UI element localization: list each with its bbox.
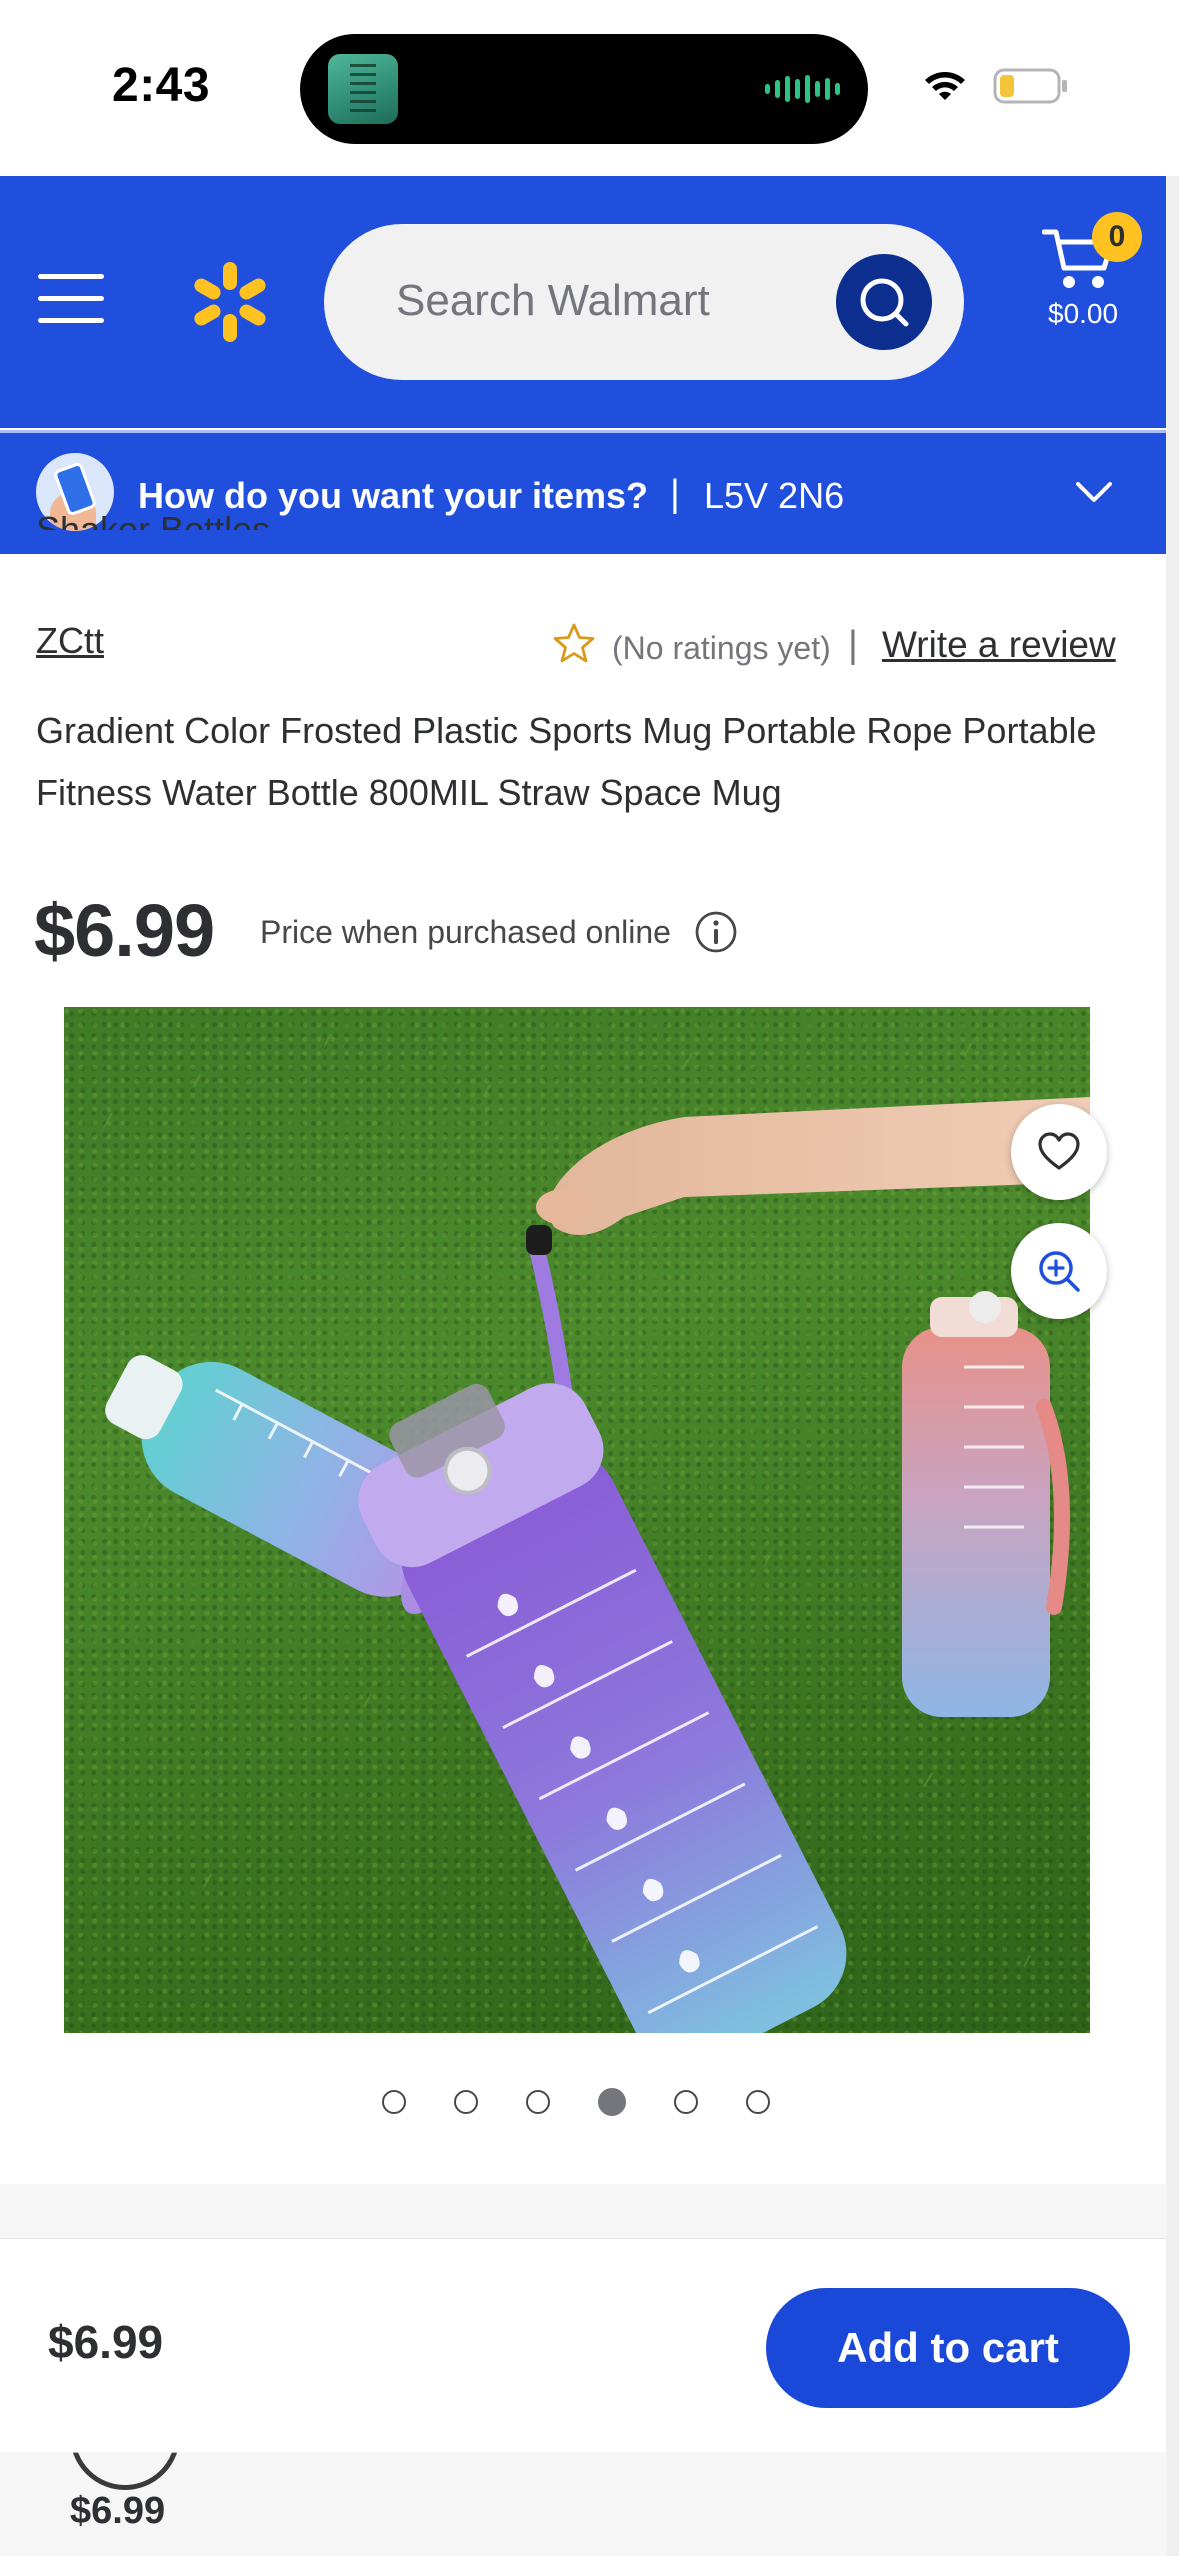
breadcrumb-link[interactable]: Shaker Bottles [36,500,270,530]
favorite-button[interactable] [1011,1104,1107,1200]
zoom-in-icon [1039,1251,1080,1292]
water-bottles-illustration [103,1033,1090,2033]
variant-price: $6.99 [70,2490,166,2532]
fulfillment-location-bar[interactable]: How do you want your items? | L5V 2N6 [0,430,1166,554]
add-to-cart-button[interactable]: Add to cart [766,2288,1130,2408]
sticky-add-to-cart-bar: $6.99 Add to cart [0,2238,1166,2452]
menu-icon[interactable] [38,274,104,324]
wifi-icon [925,72,965,100]
product-image[interactable] [64,1007,1090,2033]
info-icon[interactable] [694,910,738,954]
product-price: $6.99 [34,889,215,972]
carousel-dot[interactable] [526,2090,550,2114]
brand-link[interactable]: ZCtt [36,620,104,662]
rating-text: (No ratings yet) [612,630,831,666]
cart-count-badge: 0 [1092,212,1142,262]
status-bar: 2:43 [0,0,1179,176]
location-separator: | [670,473,680,515]
battery-icon [993,68,1067,104]
search-placeholder: Search Walmart [396,276,710,325]
rating-separator: | [848,624,858,666]
price-note: Price when purchased online [260,914,671,950]
carousel-dot[interactable] [382,2090,406,2114]
carousel-dot[interactable] [746,2090,770,2114]
product-title: Gradient Color Frosted Plastic Sports Mu… [36,710,1097,813]
sticky-price: $6.99 [48,2316,164,2368]
chevron-down-icon[interactable] [1074,479,1114,505]
postal-code: L5V 2N6 [704,475,845,516]
search-button[interactable] [836,254,932,350]
dynamic-island [300,34,868,144]
status-time: 2:43 [112,59,211,112]
write-review-link[interactable]: Write a review [882,624,1116,666]
search-input[interactable]: Search Walmart [324,224,964,380]
cart-total: $0.00 [1048,298,1119,329]
page-edge [1166,176,1179,2556]
carousel-dots [382,2088,770,2116]
heart-icon [1038,1132,1080,1170]
star-outline-icon [553,623,595,663]
audio-waveform-icon [765,74,840,104]
carousel-dot[interactable] [454,2090,478,2114]
carousel-dot[interactable] [674,2090,698,2114]
search-icon [860,278,909,327]
zoom-button[interactable] [1011,1223,1107,1319]
carousel-dot-active[interactable] [598,2088,626,2116]
site-header: Search Walmart 0 $0.00 [0,176,1166,428]
cart-button[interactable]: 0 $0.00 [1030,212,1160,332]
walmart-spark-logo[interactable] [190,260,270,344]
now-playing-artwork [328,54,398,124]
